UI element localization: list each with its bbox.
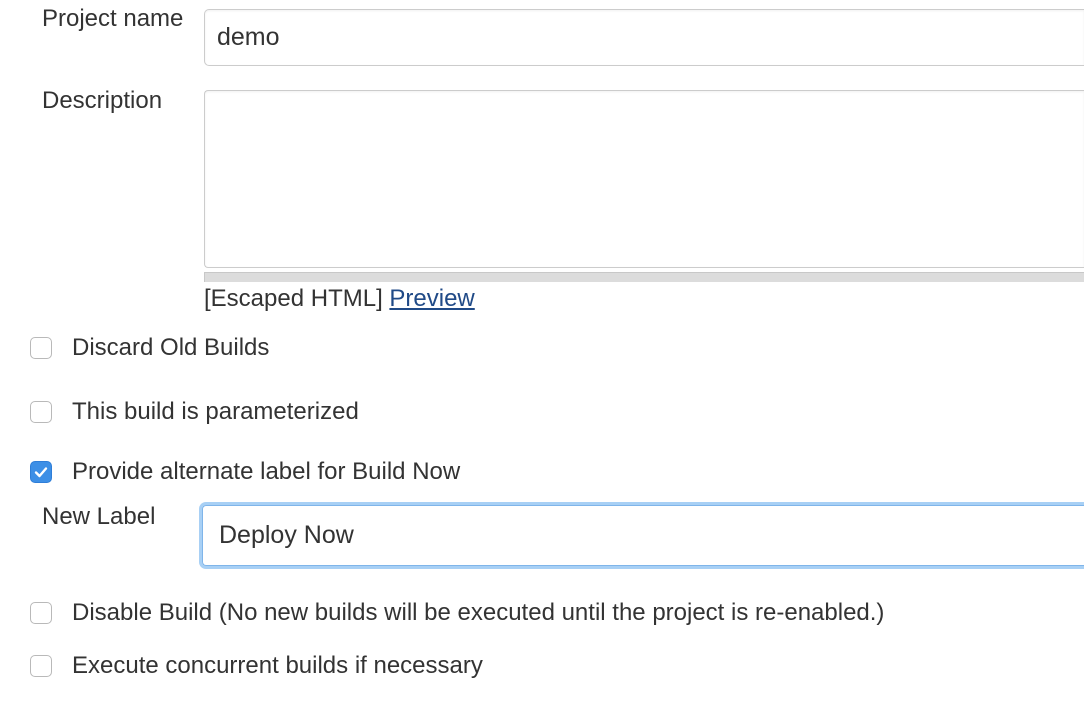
parameterized-checkbox[interactable] bbox=[30, 401, 52, 423]
option-alternate-label[interactable]: Provide alternate label for Build Now bbox=[30, 457, 460, 487]
alternate-label-text: Provide alternate label for Build Now bbox=[72, 458, 461, 485]
description-label: Description bbox=[42, 87, 163, 114]
concurrent-builds-label: Execute concurrent builds if necessary bbox=[72, 652, 483, 679]
option-disable-build[interactable]: Disable Build (No new builds will be exe… bbox=[30, 598, 884, 628]
description-resize-handle[interactable] bbox=[204, 272, 1084, 282]
option-parameterized[interactable]: This build is parameterized bbox=[30, 397, 359, 427]
escaped-html-note: [Escaped HTML] bbox=[204, 285, 383, 312]
new-label-focus-ring bbox=[199, 502, 1084, 569]
discard-old-builds-label: Discard Old Builds bbox=[72, 334, 270, 361]
parameterized-label: This build is parameterized bbox=[72, 398, 359, 425]
preview-link[interactable]: Preview bbox=[389, 285, 474, 312]
discard-old-builds-checkbox[interactable] bbox=[30, 337, 52, 359]
check-icon bbox=[34, 467, 48, 478]
concurrent-builds-checkbox[interactable] bbox=[30, 655, 52, 677]
disable-build-checkbox[interactable] bbox=[30, 602, 52, 624]
option-discard-old-builds[interactable]: Discard Old Builds bbox=[30, 333, 269, 363]
disable-build-label: Disable Build (No new builds will be exe… bbox=[72, 599, 885, 626]
new-label-input[interactable] bbox=[202, 505, 1084, 566]
description-format-help: [Escaped HTML] Preview bbox=[204, 284, 475, 314]
alternate-label-checkbox[interactable] bbox=[30, 461, 52, 483]
new-label-label: New Label bbox=[42, 503, 156, 530]
option-concurrent-builds[interactable]: Execute concurrent builds if necessary bbox=[30, 651, 483, 681]
description-textarea[interactable] bbox=[204, 90, 1084, 268]
project-name-label: Project name bbox=[42, 5, 184, 32]
project-name-input[interactable] bbox=[204, 9, 1084, 66]
